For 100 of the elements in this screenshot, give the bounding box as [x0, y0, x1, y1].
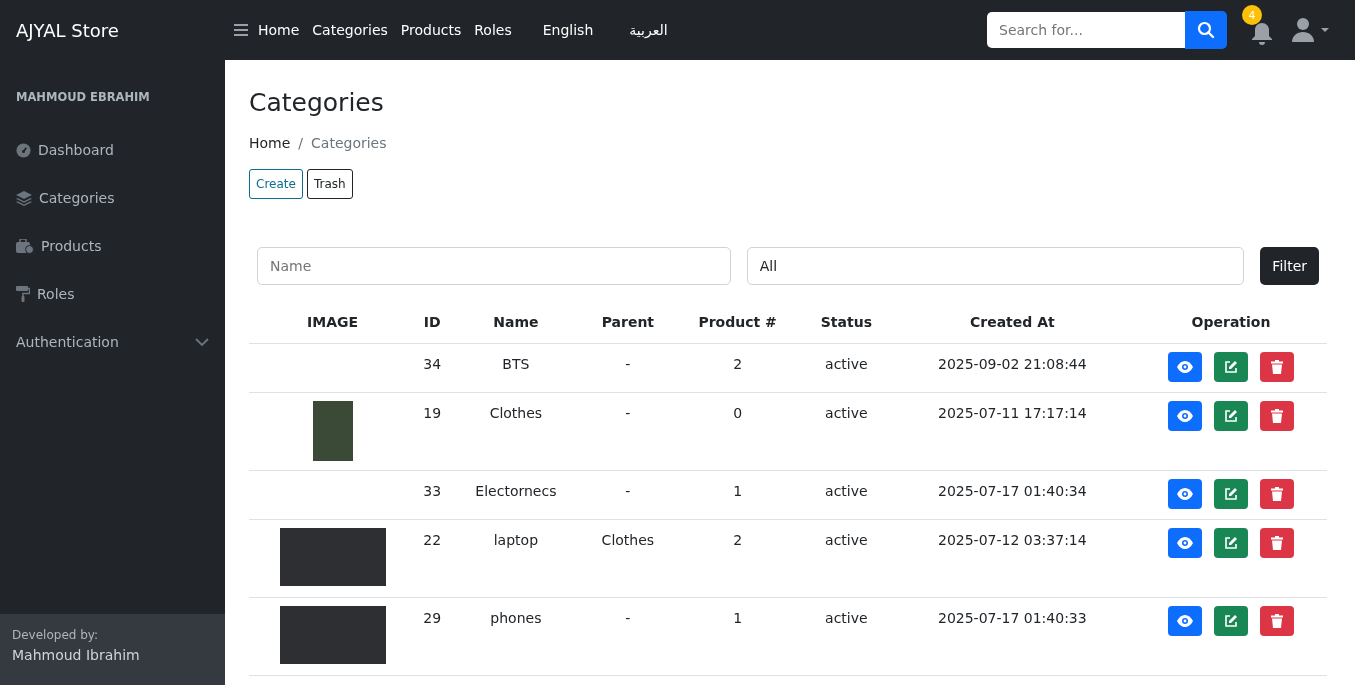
nav-link[interactable]: Home: [258, 22, 300, 38]
eye-icon: [1177, 410, 1193, 422]
table-cell: Electornecs: [448, 470, 584, 520]
filter-button[interactable]: Filter: [1260, 247, 1319, 285]
column-header: Parent: [583, 301, 673, 344]
table-cell: -: [583, 597, 673, 676]
view-button[interactable]: [1168, 606, 1202, 636]
delete-button[interactable]: [1260, 401, 1294, 431]
table-cell: -: [583, 470, 673, 520]
delete-button[interactable]: [1260, 479, 1294, 509]
trash-icon: [1271, 409, 1283, 423]
table-cell: active: [803, 519, 890, 598]
table-cell: 1: [672, 470, 804, 520]
edit-button[interactable]: [1214, 401, 1248, 431]
gauge-icon: [16, 142, 31, 158]
nav-link[interactable]: Categories: [312, 22, 388, 38]
edit-button[interactable]: [1214, 528, 1248, 558]
sidebar-item-label: Products: [41, 238, 103, 254]
eye-icon: [1177, 537, 1193, 549]
view-button[interactable]: [1168, 528, 1202, 558]
user-name: MAHMOUD EBRAHIM: [15, 89, 151, 106]
paint-roller-icon: [16, 286, 30, 302]
bell-icon[interactable]: [1251, 21, 1273, 45]
delete-button[interactable]: [1260, 606, 1294, 636]
name-field[interactable]: Name: [257, 247, 731, 285]
table-cell: Clothes: [583, 519, 673, 598]
edit-button[interactable]: [1214, 606, 1248, 636]
edit-button[interactable]: [1214, 479, 1248, 509]
table-cell: Clothes: [448, 392, 584, 471]
edit-icon: [1224, 360, 1238, 374]
search-field[interactable]: Search for...: [987, 12, 1185, 48]
table-cell: -: [583, 392, 673, 471]
table-cell: -: [583, 343, 673, 393]
search-input[interactable]: Search for...: [987, 22, 1185, 38]
eye-icon: [1177, 615, 1193, 627]
delete-button[interactable]: [1260, 352, 1294, 382]
nav-link[interactable]: Roles: [474, 22, 512, 38]
delete-button[interactable]: [1260, 528, 1294, 558]
breadcrumb-item[interactable]: Home: [249, 135, 291, 151]
chevron-down-icon: [195, 338, 209, 346]
name-input[interactable]: Name: [258, 258, 730, 274]
notification-count: 4: [1242, 5, 1262, 25]
edit-icon: [1224, 409, 1238, 423]
edit-icon: [1224, 614, 1238, 628]
eye-icon: [1177, 488, 1193, 500]
sidebar-item-label: Categories: [39, 190, 116, 206]
table-cell: 2: [672, 343, 804, 393]
view-button[interactable]: [1168, 479, 1202, 509]
developer-name: Mahmoud Ibrahim: [12, 647, 141, 663]
sidebar-item[interactable]: Roles: [0, 270, 225, 318]
photo-placeholder: [312, 401, 353, 461]
nav-link[interactable]: Products: [400, 22, 462, 38]
user-menu-icon[interactable]: [1291, 17, 1329, 43]
table-cell: 22: [416, 519, 449, 598]
edit-icon: [1224, 487, 1238, 501]
edit-button[interactable]: [1214, 352, 1248, 382]
table-cell: BTS: [448, 343, 584, 393]
footer-caption: Developed by:: [12, 628, 100, 642]
column-header: Name: [448, 301, 584, 344]
sidebar-item-label: Authentication: [16, 334, 120, 350]
column-header: Product #: [672, 301, 804, 344]
sidebar-item-label: Roles: [37, 286, 76, 302]
view-button[interactable]: [1168, 401, 1202, 431]
sidebar-item[interactable]: Dashboard: [0, 126, 225, 174]
briefcase-icon: [16, 238, 34, 254]
breadcrumb-item[interactable]: Categories: [311, 135, 387, 151]
sidebar-item-label: Dashboard: [38, 142, 115, 158]
table-cell: 19: [416, 392, 449, 471]
language-link[interactable]: العربية: [629, 22, 668, 38]
table-cell: 2025-07-17 01:40:34: [889, 470, 1135, 520]
table-cell: 2: [672, 519, 804, 598]
table-cell: active: [803, 392, 890, 471]
status-select[interactable]: All: [746, 247, 1245, 285]
table-cell: 2025-07-11 17:17:14: [889, 392, 1135, 471]
language-link[interactable]: English: [542, 22, 594, 38]
table-cell: active: [803, 597, 890, 676]
create-button[interactable]: Create: [249, 169, 303, 199]
table-cell: 1: [672, 597, 804, 676]
sidebar-item[interactable]: Products: [0, 222, 225, 270]
view-button[interactable]: [1168, 352, 1202, 382]
table-cell: 2025-07-12 03:37:14: [889, 519, 1135, 598]
table-cell: phones: [448, 597, 584, 676]
search-icon: [1197, 21, 1215, 39]
sidebar-item[interactable]: Categories: [0, 174, 225, 222]
table-cell: 29: [416, 597, 449, 676]
eye-icon: [1177, 361, 1193, 373]
table-cell: 2025-09-02 21:08:44: [889, 343, 1135, 393]
column-header: ID: [416, 301, 449, 344]
table-cell: 2025-07-17 01:40:33: [889, 597, 1135, 676]
sidebar-item[interactable]: Authentication: [0, 318, 225, 366]
breadcrumb-separator: /: [298, 135, 304, 151]
column-header: Status: [803, 301, 890, 344]
menu-icon[interactable]: [234, 24, 248, 36]
search-button[interactable]: [1185, 11, 1227, 49]
column-header: Created At: [889, 301, 1135, 344]
edit-icon: [1224, 536, 1238, 550]
trash-icon: [1271, 536, 1283, 550]
trash-button[interactable]: Trash: [306, 169, 353, 199]
brand-title[interactable]: AJYAL Store: [0, 19, 225, 41]
table-cell: active: [803, 343, 890, 393]
